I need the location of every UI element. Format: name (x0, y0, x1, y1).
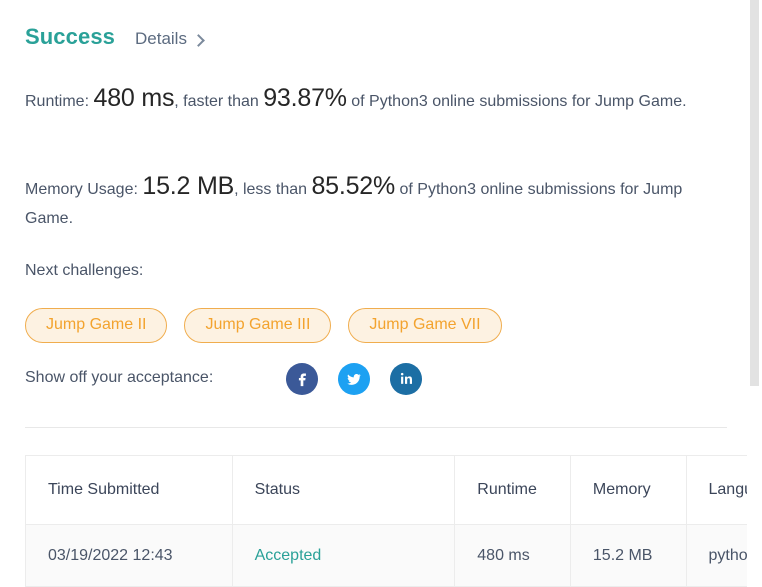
details-link-label: Details (135, 29, 187, 48)
table-header-row: Time Submitted Status Runtime Memory Lan… (25, 455, 762, 525)
next-challenge-pill[interactable]: Jump Game VII (348, 308, 502, 343)
cell-status: Accepted (231, 524, 456, 587)
table-row: 03/19/2022 12:43 Accepted 480 ms 15.2 MB… (25, 524, 762, 587)
cell-memory: 15.2 MB (569, 524, 687, 587)
runtime-label: Runtime: (25, 93, 90, 110)
share-icon-list (286, 363, 422, 395)
memory-label: Memory Usage: (25, 181, 138, 198)
memory-percentile: 85.52% (311, 172, 396, 200)
memory-stat: Memory Usage: 15.2 MB, less than 85.52% … (25, 172, 715, 233)
column-header-runtime: Runtime (454, 455, 571, 525)
column-header-status: Status (231, 455, 456, 525)
facebook-icon[interactable] (286, 363, 318, 395)
share-label: Show off your acceptance: (25, 369, 214, 386)
runtime-percentile: 93.87% (263, 84, 347, 112)
status-accepted-link[interactable]: Accepted (255, 547, 322, 564)
runtime-comparator: , faster than (174, 93, 264, 110)
section-divider (25, 427, 727, 428)
cell-time-submitted: 03/19/2022 12:43 (25, 524, 233, 587)
status-header: Success Details (25, 24, 205, 50)
submissions-table-body: 03/19/2022 12:43 Accepted 480 ms 15.2 MB… (25, 524, 762, 587)
runtime-suffix: of Python3 online submissions for Jump G… (346, 93, 687, 110)
next-challenge-pill[interactable]: Jump Game III (184, 308, 332, 343)
runtime-value: 480 ms (93, 84, 175, 112)
next-challenges-label: Next challenges: (25, 262, 144, 279)
linkedin-icon[interactable] (390, 363, 422, 395)
vertical-scrollbar-track[interactable] (747, 0, 762, 587)
page-title: Success (25, 24, 115, 49)
submission-result-page: Success Details Runtime: 480 ms, faster … (0, 0, 762, 587)
next-challenge-pill[interactable]: Jump Game II (25, 308, 168, 343)
twitter-icon[interactable] (338, 363, 370, 395)
runtime-stat: Runtime: 480 ms, faster than 93.87% of P… (25, 84, 715, 116)
cell-runtime: 480 ms (454, 524, 571, 587)
chevron-right-icon (192, 33, 205, 47)
submissions-table-head: Time Submitted Status Runtime Memory Lan… (25, 455, 762, 525)
vertical-scrollbar-thumb[interactable] (750, 0, 759, 386)
column-header-time-submitted: Time Submitted (25, 455, 233, 525)
submissions-table: Time Submitted Status Runtime Memory Lan… (25, 455, 762, 587)
next-challenges-list: Jump Game II Jump Game III Jump Game VII (25, 308, 502, 343)
result-content: Success Details Runtime: 480 ms, faster … (0, 0, 762, 587)
memory-value: 15.2 MB (142, 172, 235, 200)
memory-comparator: , less than (234, 181, 312, 198)
column-header-memory: Memory (569, 455, 687, 525)
details-link[interactable]: Details (135, 29, 205, 49)
